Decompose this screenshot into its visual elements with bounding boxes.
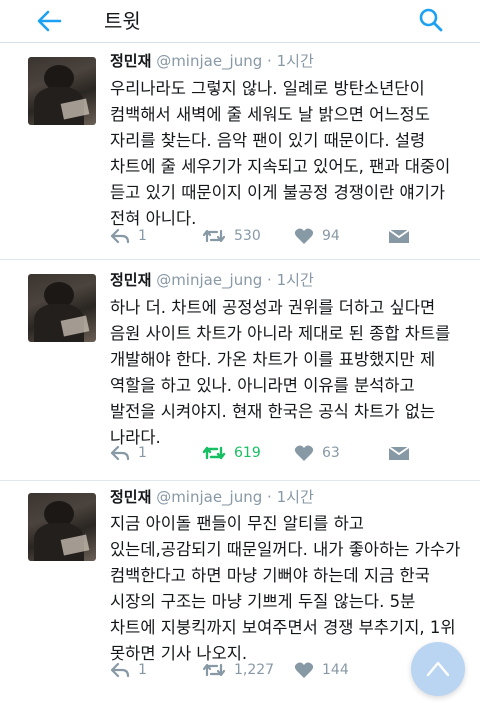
retweet-count: 619 (234, 445, 261, 461)
tweet[interactable]: 정민재 @minjae_jung · 1시간 지금 아이돌 팬들이 무진 알티를… (0, 481, 480, 703)
back-button[interactable] (36, 9, 62, 33)
reply-button[interactable]: 1 (110, 657, 147, 683)
retweet-count: 1,227 (234, 662, 275, 678)
separator-dot: · (267, 271, 272, 289)
tweet-text: 하나 더. 차트에 공정성과 권위를 더하고 싶다면 음원 사이트 차트가 아니… (110, 298, 451, 447)
chevron-up-icon (426, 661, 450, 677)
avatar[interactable] (28, 493, 96, 561)
separator-dot: · (267, 52, 272, 70)
reply-count: 1 (138, 228, 147, 244)
like-count: 94 (322, 228, 340, 244)
tweet[interactable]: 정민재 @minjae_jung · 1시간 하나 더. 차트에 공정성과 권위… (0, 260, 480, 481)
dm-button[interactable] (388, 223, 410, 249)
author-name[interactable]: 정민재 (110, 488, 151, 506)
tweet-time[interactable]: 1시간 (277, 52, 314, 70)
reply-button[interactable]: 1 (110, 440, 147, 466)
tweet-text: 지금 아이돌 팬들이 무진 알티를 하고 있는데,공감되기 때문일꺼다. 내가 … (110, 514, 461, 663)
arrow-left-icon (37, 10, 62, 32)
retweet-button[interactable]: 1,227 (202, 657, 274, 683)
tweet-time[interactable]: 1시간 (277, 271, 314, 289)
author-handle[interactable]: @minjae_jung (156, 271, 262, 289)
author-name[interactable]: 정민재 (110, 52, 151, 70)
search-button[interactable] (418, 7, 444, 33)
heart-icon (294, 662, 314, 678)
tweet-actions: 1 619 63 (110, 440, 410, 466)
like-count: 63 (322, 445, 340, 461)
tweet-header: 정민재 @minjae_jung · 1시간 (110, 270, 314, 290)
envelope-icon (388, 446, 410, 460)
tweet-header: 정민재 @minjae_jung · 1시간 (110, 487, 314, 507)
heart-icon (294, 445, 314, 461)
tweet[interactable]: 정민재 @minjae_jung · 1시간 우리나라도 그렇지 않나. 일례로… (0, 43, 480, 260)
app-bar: 트윗 (0, 0, 480, 43)
like-button[interactable]: 144 (294, 657, 349, 683)
dm-button[interactable] (388, 440, 410, 466)
tweet-header: 정민재 @minjae_jung · 1시간 (110, 51, 314, 71)
reply-icon (110, 662, 130, 678)
retweet-button[interactable]: 530 (202, 223, 261, 249)
retweet-icon (202, 229, 226, 243)
search-icon (419, 8, 443, 32)
retweet-button[interactable]: 619 (202, 440, 261, 466)
reply-icon (110, 228, 130, 244)
separator-dot: · (267, 488, 272, 506)
retweet-icon (202, 446, 226, 460)
like-button[interactable]: 63 (294, 440, 340, 466)
reply-count: 1 (138, 445, 147, 461)
envelope-icon (388, 229, 410, 243)
reply-button[interactable]: 1 (110, 223, 147, 249)
retweet-icon (202, 663, 226, 677)
tweet-actions: 1 1,227 144 (110, 657, 410, 683)
tweet-actions: 1 530 94 (110, 223, 410, 249)
retweet-count: 530 (234, 228, 261, 244)
like-count: 144 (322, 662, 349, 678)
avatar[interactable] (28, 274, 96, 342)
like-button[interactable]: 94 (294, 223, 340, 249)
author-name[interactable]: 정민재 (110, 271, 151, 289)
heart-icon (294, 228, 314, 244)
page-title: 트윗 (104, 9, 141, 33)
reply-icon (110, 445, 130, 461)
tweet-text: 우리나라도 그렇지 않나. 일례로 방탄소년단이 컴백해서 새벽에 줄 세워도 … (110, 79, 451, 228)
avatar[interactable] (28, 57, 96, 125)
reply-count: 1 (138, 662, 147, 678)
scroll-to-top-button[interactable] (411, 642, 465, 696)
tweet-time[interactable]: 1시간 (277, 488, 314, 506)
author-handle[interactable]: @minjae_jung (156, 52, 262, 70)
author-handle[interactable]: @minjae_jung (156, 488, 262, 506)
